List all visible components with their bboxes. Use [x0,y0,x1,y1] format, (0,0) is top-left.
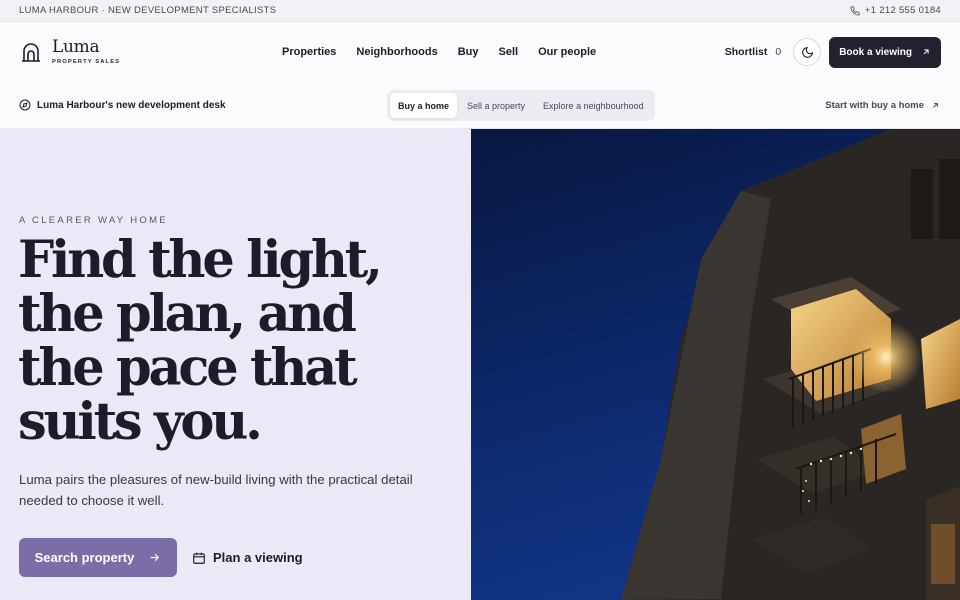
plan-viewing-button[interactable]: Plan a viewing [192,538,303,577]
site-header: Luma PROPERTY SALES Properties Neighborh… [0,22,960,82]
start-link[interactable]: Start with buy a home [825,82,940,129]
hero-panel: A CLEARER WAY HOME Find the light, the p… [0,129,471,600]
book-viewing-button[interactable]: Book a viewing [829,36,941,68]
brand-subtitle: PROPERTY SALES [52,59,121,65]
hero-headline: Find the light, the plan, and the pace t… [18,233,458,449]
desk-text: Luma Harbour's new development desk [37,99,226,111]
header-actions: Shortlist 0 Book a viewing [725,22,941,82]
main-nav: Properties Neighborhoods Buy Sell Our pe… [282,22,596,82]
hero-lede: Luma pairs the pleasures of new-build li… [19,472,413,508]
arrow-up-right-icon [923,49,929,55]
search-property-label: Search property [34,550,135,565]
arrow-up-right-icon [933,103,938,108]
intent-bar: Luma Harbour's new development desk Buy … [0,82,960,129]
brand-name: Luma [52,37,100,57]
book-viewing-label: Book a viewing [839,46,912,58]
segment-explore-neighbourhood[interactable]: Explore a neighbourhood [535,93,652,118]
compass-icon [19,99,31,111]
shortlist-count: 0 [775,46,782,58]
brand-logo[interactable]: Luma PROPERTY SALES [19,39,120,65]
nav-neighborhoods[interactable]: Neighborhoods [356,46,437,58]
headline-line: suits you. [18,392,263,452]
building-night-photo [471,129,960,600]
top-strip: LUMA HARBOUR · NEW DEVELOPMENT SPECIALIS… [0,0,960,22]
phone-number: +1 212 555 0184 [864,5,941,16]
start-link-label: Start with buy a home [825,100,924,111]
phone-link[interactable]: +1 212 555 0184 [850,5,941,16]
phone-icon [850,5,860,16]
theme-toggle-button[interactable] [793,38,822,66]
nav-our-people[interactable]: Our people [538,46,596,58]
segment-buy-home[interactable]: Buy a home [390,93,458,118]
calendar-icon [193,552,205,564]
nav-properties[interactable]: Properties [282,46,336,58]
arrow-right-icon [151,553,160,562]
hero-image [471,129,960,600]
shortlist-button[interactable]: Shortlist 0 [725,46,781,58]
desk-label: Luma Harbour's new development desk [19,99,226,111]
tagline: LUMA HARBOUR · NEW DEVELOPMENT SPECIALIS… [19,5,277,16]
search-property-button[interactable]: Search property [19,538,177,577]
segment-sell-property[interactable]: Sell a property [459,93,533,118]
plan-viewing-label: Plan a viewing [213,550,303,565]
headline-line: Find the light, [18,230,383,290]
nav-buy[interactable]: Buy [458,46,479,58]
nav-sell[interactable]: Sell [498,46,518,58]
moon-icon [801,46,813,58]
headline-line: the plan, and [18,284,357,344]
intent-segmented-control: Buy a home Sell a property Explore a nei… [387,90,655,121]
hero-eyebrow: A CLEARER WAY HOME [19,215,168,226]
shortlist-label: Shortlist [724,46,768,58]
luma-logo-icon [22,43,40,62]
headline-line: the pace that [18,338,358,398]
